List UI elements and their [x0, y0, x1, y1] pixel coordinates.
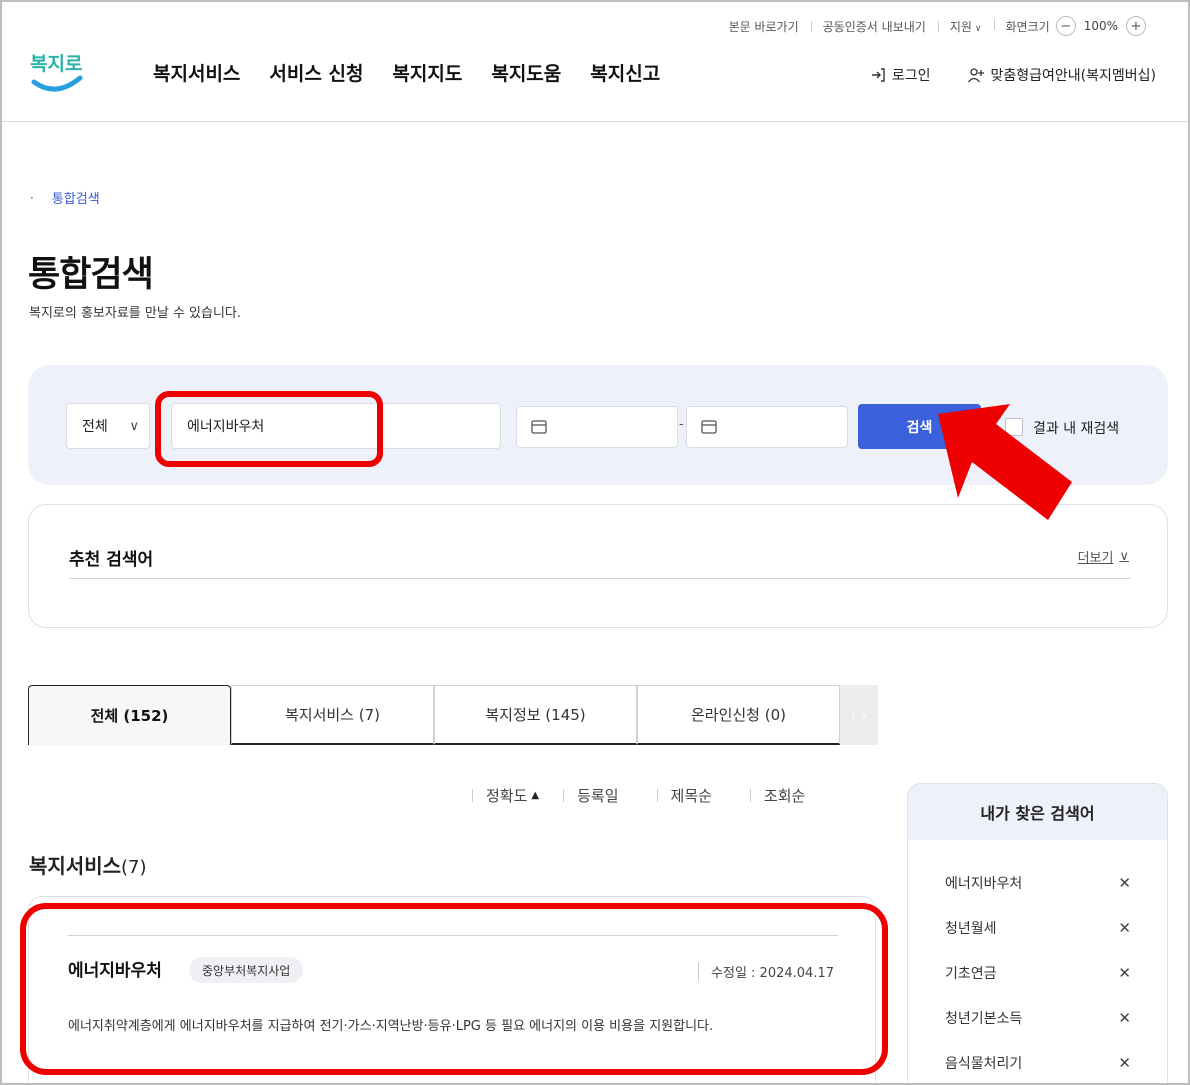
- my-search-keyword[interactable]: 에너지바우처: [945, 873, 1022, 893]
- zoom-in-button[interactable]: +: [1126, 16, 1146, 36]
- screen-size-label: 화면크기: [1005, 19, 1050, 34]
- zoom-level: 100%: [1083, 19, 1118, 33]
- search-scope-value: 전체: [82, 419, 108, 435]
- recommended-title: 추천 검색어: [69, 550, 154, 570]
- my-searches-panel: 내가 찾은 검색어 에너지바우처 ✕ 청년월세 ✕ 기초연금 ✕ 청년기본소득 …: [907, 783, 1168, 1083]
- screen-size-control: 화면크기 − 100% +: [993, 16, 1164, 36]
- red-arrow-icon: [938, 404, 1072, 520]
- list-item: 기초연금 ✕: [908, 950, 1167, 995]
- recommended-divider: [69, 578, 1130, 579]
- my-searches-list: 에너지바우처 ✕ 청년월세 ✕ 기초연금 ✕ 청년기본소득 ✕ 음식물처리기 ✕: [908, 840, 1167, 1083]
- header-divider: [2, 121, 1188, 122]
- chevron-left-icon[interactable]: ‹: [851, 708, 856, 723]
- chevron-right-icon[interactable]: ›: [862, 708, 867, 723]
- main-nav: 복지서비스 서비스 신청 복지지도 복지도움 복지신고: [153, 59, 660, 86]
- logo-icon: 복지로: [30, 53, 83, 92]
- result-card: [28, 896, 876, 1083]
- zoom-out-button[interactable]: −: [1055, 16, 1076, 36]
- login-icon: [871, 68, 885, 82]
- result-title[interactable]: 에너지바우처: [68, 956, 162, 981]
- list-item: 청년기본소득 ✕: [908, 995, 1167, 1040]
- user-add-icon: [967, 68, 984, 83]
- my-search-keyword[interactable]: 기초연금: [945, 963, 997, 983]
- support-dropdown[interactable]: 지원 ∨: [937, 18, 994, 35]
- page-subtitle: 복지로의 홍보자료를 만날 수 있습니다.: [29, 306, 242, 321]
- tab-welfare-services[interactable]: 복지서비스 (7): [231, 685, 434, 745]
- list-item: 청년월세 ✕: [908, 905, 1167, 950]
- result-modified-date: 수정일 : 2024.04.17: [698, 962, 834, 981]
- close-icon[interactable]: ✕: [1118, 1054, 1131, 1072]
- tab-scroll-controls: ‹ ›: [840, 685, 878, 745]
- nav-welfare-report[interactable]: 복지신고: [590, 59, 660, 86]
- result-divider: [68, 935, 838, 936]
- membership-link[interactable]: 맞춤형급여안내(복지멤버십): [967, 65, 1156, 85]
- more-label: 더보기: [1077, 551, 1114, 566]
- sort-accuracy-label: 정확도: [486, 787, 528, 805]
- result-badge: 중앙부처복지사업: [189, 957, 304, 983]
- my-search-keyword[interactable]: 청년월세: [945, 918, 997, 938]
- nav-welfare-help[interactable]: 복지도움: [491, 59, 561, 86]
- calendar-icon: [701, 420, 717, 434]
- cert-export-link[interactable]: 공동인증서 내보내기: [810, 18, 938, 35]
- page-frame: 본문 바로가기 공동인증서 내보내기 지원 ∨ 화면크기 − 100% + 복지로…: [0, 0, 1190, 1085]
- nav-welfare-map[interactable]: 복지지도: [392, 59, 462, 86]
- chevron-down-icon: ∨: [1119, 549, 1129, 564]
- section-title-text: 복지서비스: [29, 854, 121, 878]
- section-count: (7): [121, 857, 147, 878]
- sort-title[interactable]: 제목순: [656, 785, 750, 806]
- my-searches-title: 내가 찾은 검색어: [908, 784, 1167, 840]
- triangle-up-icon: ▲: [531, 790, 540, 801]
- login-label: 로그인: [891, 68, 931, 84]
- breadcrumb-current[interactable]: 통합검색: [52, 188, 100, 207]
- calendar-icon: [531, 420, 547, 434]
- nav-service-apply[interactable]: 서비스 신청: [269, 59, 363, 86]
- sort-options: 정확도 ▲ 등록일 제목순 조회순: [472, 785, 827, 806]
- chevron-down-icon: ∨: [129, 418, 139, 434]
- close-icon[interactable]: ✕: [1118, 919, 1131, 937]
- result-tabs: 전체 (152) 복지서비스 (7) 복지정보 (145) 온라인신청 (0) …: [28, 685, 878, 745]
- nav-welfare-services[interactable]: 복지서비스: [153, 59, 240, 86]
- sort-views[interactable]: 조회순: [749, 785, 827, 806]
- close-icon[interactable]: ✕: [1118, 1009, 1131, 1027]
- chevron-down-icon: ∨: [974, 23, 982, 34]
- bokjiro-logo[interactable]: 복지로: [28, 46, 88, 96]
- tab-online-apply[interactable]: 온라인신청 (0): [637, 685, 840, 745]
- header-actions: 로그인 맞춤형급여안내(복지멤버십): [870, 65, 1156, 85]
- search-input[interactable]: [171, 403, 501, 449]
- utility-bar: 본문 바로가기 공동인증서 내보내기 지원 ∨ 화면크기 − 100% +: [717, 16, 1164, 36]
- breadcrumb: · 통합검색: [30, 188, 100, 208]
- membership-label: 맞춤형급여안내(복지멤버십): [990, 68, 1156, 84]
- support-label: 지원: [949, 19, 972, 34]
- login-link[interactable]: 로그인: [870, 65, 931, 85]
- sort-date[interactable]: 등록일: [563, 785, 656, 806]
- close-icon[interactable]: ✕: [1118, 874, 1131, 892]
- list-item: 에너지바우처 ✕: [908, 860, 1167, 905]
- page-title: 통합검색: [28, 255, 154, 295]
- close-icon[interactable]: ✕: [1118, 964, 1131, 982]
- skip-link[interactable]: 본문 바로가기: [717, 18, 811, 35]
- list-item: 음식물처리기 ✕: [908, 1040, 1167, 1083]
- my-search-keyword[interactable]: 청년기본소득: [945, 1008, 1022, 1028]
- tab-welfare-info[interactable]: 복지정보 (145): [434, 685, 637, 745]
- my-search-keyword[interactable]: 음식물처리기: [945, 1053, 1022, 1073]
- result-description: 에너지취약계층에게 에너지바우처를 지급하여 전기·가스·지역난방·등유·LPG…: [68, 1019, 714, 1034]
- svg-text:복지로: 복지로: [30, 53, 82, 75]
- breadcrumb-bullet: ·: [30, 190, 34, 205]
- section-title: 복지서비스(7): [29, 850, 147, 879]
- search-scope-select[interactable]: 전체 ∨: [66, 403, 150, 449]
- start-date-field[interactable]: [516, 406, 678, 448]
- more-button[interactable]: 더보기 ∨: [1078, 547, 1129, 566]
- end-date-field[interactable]: [686, 406, 848, 448]
- sort-accuracy[interactable]: 정확도 ▲: [472, 785, 563, 806]
- tab-all[interactable]: 전체 (152): [28, 685, 231, 745]
- date-separator: -: [679, 417, 684, 432]
